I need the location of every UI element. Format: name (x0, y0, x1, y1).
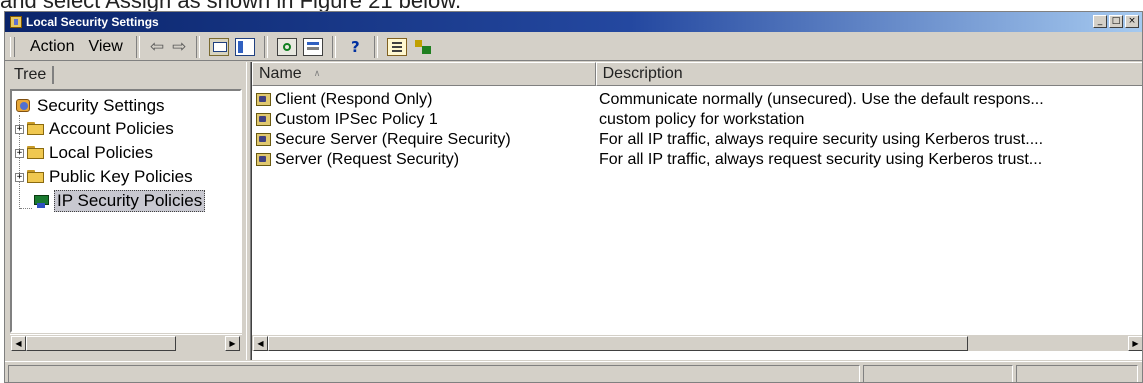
expand-toggle[interactable]: + (15, 124, 24, 134)
scroll-right-icon[interactable]: ▶ (1128, 336, 1142, 351)
menu-view[interactable]: View (81, 38, 129, 56)
folder-icon (27, 170, 45, 184)
refresh-icon[interactable] (277, 37, 298, 56)
toolbar-grip[interactable] (10, 36, 15, 57)
tree-item-ip-security-policies[interactable]: IP Security Policies (32, 190, 206, 212)
forward-arrow-icon[interactable]: ⇨ (168, 37, 190, 57)
tree-connector (20, 208, 32, 209)
tree-header: Tree (6, 62, 246, 88)
toolbar-separator (135, 35, 140, 58)
policy-icon (255, 92, 272, 107)
title-bar[interactable]: Local Security Settings _ □ × (5, 12, 1142, 32)
policy-name: Secure Server (Require Security) (275, 130, 511, 148)
window-controls: _ □ × (1093, 15, 1139, 28)
tree-item-security-settings[interactable]: Security Settings (15, 95, 165, 117)
tree-item-label: Local Policies (49, 143, 153, 162)
back-arrow-icon[interactable]: ⇦ (146, 37, 168, 57)
menu-action[interactable]: Action (23, 38, 81, 56)
tree-item-label: Security Settings (37, 96, 165, 115)
policy-name: Server (Request Security) (275, 150, 460, 168)
toolbar-separator (374, 35, 379, 58)
tree-pane: Tree Security Settings + Account Policie… (6, 62, 246, 360)
show-hide-tree-icon[interactable] (235, 37, 256, 56)
status-panel-right (1016, 365, 1138, 382)
scroll-left-icon[interactable]: ◀ (11, 336, 26, 351)
tree-item-label: IP Security Policies (54, 190, 206, 212)
help-icon[interactable]: ? (345, 38, 365, 56)
scroll-left-icon[interactable]: ◀ (253, 336, 268, 351)
column-header-label: Name (259, 65, 302, 82)
toolbar-separator (332, 35, 337, 58)
toolbar: Action View ⇦ ⇨ ? (5, 33, 1142, 61)
scroll-thumb[interactable] (268, 336, 968, 351)
policy-icon (255, 152, 272, 167)
list-item[interactable]: Secure Server (Require Security) For all… (252, 129, 1142, 150)
tree-header-label: Tree (14, 66, 55, 84)
up-folder-icon[interactable] (209, 37, 230, 56)
list-item[interactable]: Client (Respond Only) Communicate normal… (252, 89, 1142, 110)
security-settings-icon (15, 98, 33, 114)
policy-description: For all IP traffic, always require secur… (599, 130, 1044, 148)
tree-item-label: Public Key Policies (49, 167, 193, 186)
list-item[interactable]: Custom IPSec Policy 1 custom policy for … (252, 109, 1142, 130)
toolbar-separator (196, 35, 201, 58)
folder-icon (27, 122, 45, 136)
details-list: Name ∧ Description Client (Respond Only)… (251, 62, 1142, 360)
policy-description: custom policy for workstation (599, 110, 805, 128)
scroll-right-icon[interactable]: ▶ (225, 336, 240, 351)
minimize-icon[interactable]: _ (1093, 15, 1107, 28)
policy-description: For all IP traffic, always request secur… (599, 150, 1043, 168)
tree-view[interactable]: Security Settings + Account Policies + L… (10, 89, 242, 333)
column-header-label: Description (602, 65, 683, 82)
list-item[interactable]: Server (Request Security) For all IP tra… (252, 149, 1142, 170)
close-icon[interactable]: × (1125, 15, 1139, 28)
scroll-thumb[interactable] (26, 336, 176, 351)
list-horizontal-scrollbar[interactable]: ◀ ▶ (252, 334, 1142, 351)
column-header-description[interactable]: Description (595, 62, 1142, 86)
tree-item-public-key-policies[interactable]: + Public Key Policies (15, 166, 193, 188)
status-bar (5, 361, 1142, 382)
expand-toggle[interactable]: + (15, 148, 24, 158)
tree-item-label: Account Policies (49, 119, 174, 138)
properties-icon[interactable] (387, 37, 408, 56)
toolbar-separator (264, 35, 269, 58)
status-panel-middle (863, 365, 1013, 382)
tree-item-local-policies[interactable]: + Local Policies (15, 142, 153, 164)
ip-security-icon (32, 193, 50, 209)
assign-policy-icon[interactable] (413, 38, 433, 56)
column-header-name[interactable]: Name ∧ (252, 62, 596, 86)
document-caption: and select Assign as shown in Figure 21 … (0, 0, 462, 13)
maximize-icon[interactable]: □ (1109, 15, 1123, 28)
tree-item-account-policies[interactable]: + Account Policies (15, 118, 174, 140)
local-security-settings-window: Local Security Settings _ □ × Action Vie… (4, 11, 1143, 383)
policy-icon (255, 112, 272, 127)
export-list-icon[interactable] (303, 37, 324, 56)
window-title: Local Security Settings (26, 15, 159, 29)
status-panel-main (8, 365, 860, 382)
app-icon (10, 16, 22, 28)
policy-name: Client (Respond Only) (275, 90, 433, 108)
sort-ascending-icon: ∧ (313, 69, 321, 79)
tree-horizontal-scrollbar[interactable]: ◀ ▶ (10, 334, 242, 351)
policy-icon (255, 132, 272, 147)
list-header: Name ∧ Description (252, 62, 1142, 86)
policy-description: Communicate normally (unsecured). Use th… (599, 90, 1044, 108)
policy-name: Custom IPSec Policy 1 (275, 110, 438, 128)
folder-icon (27, 146, 45, 160)
expand-toggle[interactable]: + (15, 172, 24, 182)
